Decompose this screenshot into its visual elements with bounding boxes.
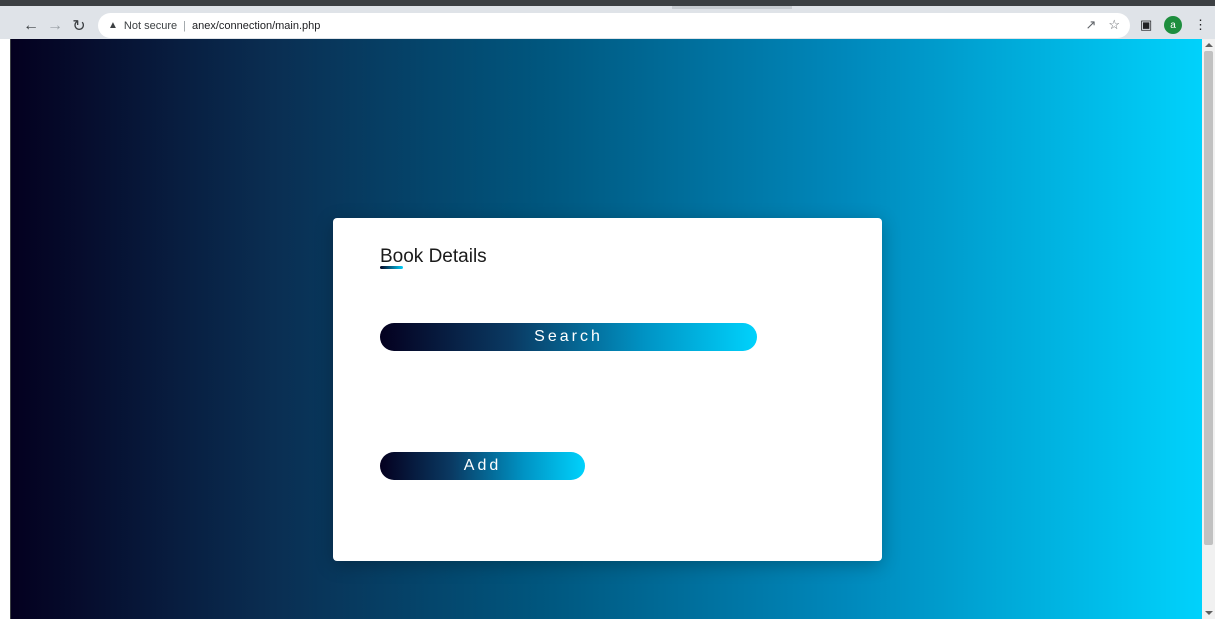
reload-icon[interactable]: ↻ <box>68 15 90 37</box>
tab-strip-indicator <box>672 6 792 9</box>
address-bar[interactable]: ▲ Not secure | anex/connection/main.php … <box>98 13 1130 38</box>
share-icon[interactable]: ↗ <box>1085 17 1096 33</box>
separator: | <box>183 19 186 32</box>
bookmark-star-icon[interactable]: ☆ <box>1108 17 1120 33</box>
scroll-down-icon[interactable] <box>1205 611 1213 615</box>
search-button[interactable]: Search <box>380 323 757 351</box>
menu-kebab-icon[interactable]: ⋮ <box>1194 17 1207 33</box>
book-details-card: Book Details Search Add <box>333 218 882 561</box>
title-underline <box>380 266 403 269</box>
back-icon[interactable]: ← <box>20 15 42 37</box>
page-background: Book Details Search Add <box>11 39 1202 619</box>
vertical-scrollbar[interactable] <box>1202 39 1215 619</box>
window-left-edge <box>0 39 11 619</box>
url-text[interactable]: anex/connection/main.php <box>192 20 320 32</box>
warning-icon: ▲ <box>108 20 118 31</box>
scrollbar-thumb[interactable] <box>1204 51 1213 545</box>
side-panel-icon[interactable]: ▣ <box>1140 17 1152 33</box>
profile-avatar[interactable]: a <box>1164 16 1182 34</box>
security-label: Not secure <box>123 19 178 32</box>
scroll-up-icon[interactable] <box>1205 43 1213 47</box>
browser-toolbar: ← → ↻ ▲ Not secure | anex/connection/mai… <box>0 0 1215 39</box>
page-title: Book Details <box>380 246 487 267</box>
forward-icon[interactable]: → <box>44 15 66 37</box>
add-button[interactable]: Add <box>380 452 585 480</box>
